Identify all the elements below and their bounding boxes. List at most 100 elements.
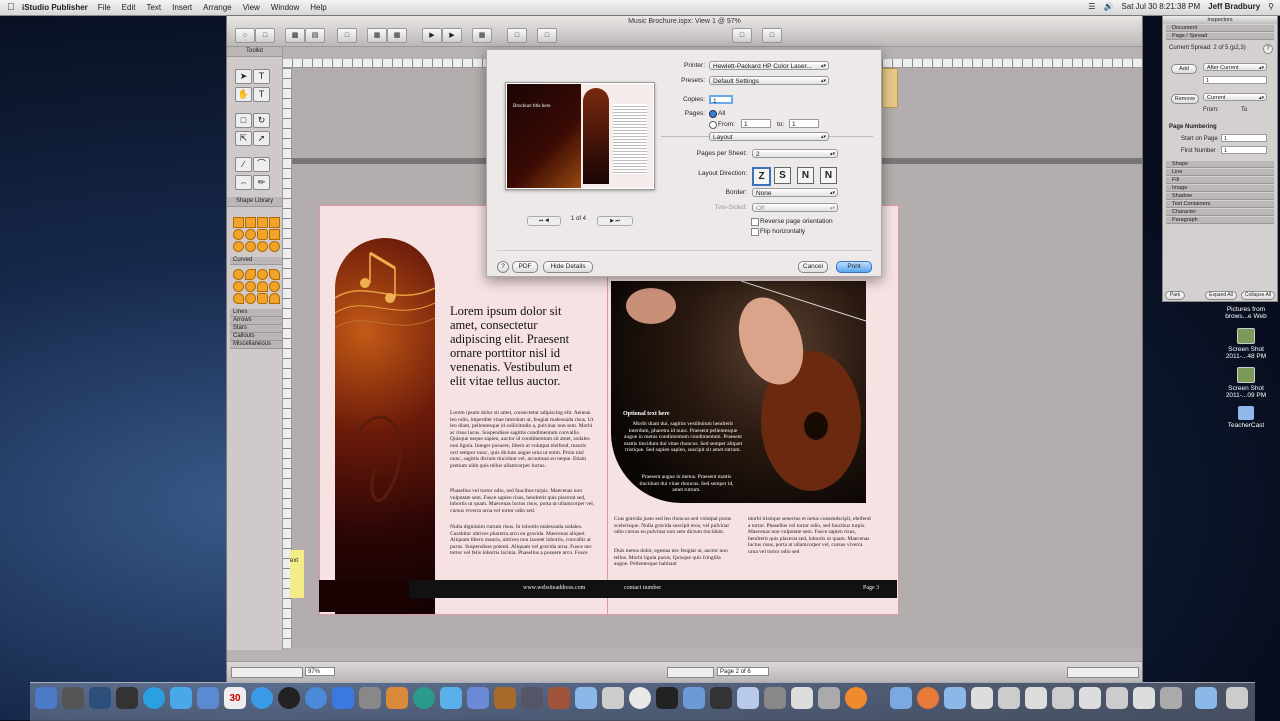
shape-oval-icon[interactable] bbox=[245, 241, 256, 252]
print-button[interactable]: Print bbox=[836, 261, 872, 273]
text-app-icon[interactable] bbox=[575, 687, 597, 709]
shape-dot-icon[interactable] bbox=[233, 241, 244, 252]
menu-help[interactable]: Help bbox=[310, 3, 326, 12]
column-a-text-2[interactable]: Duis metus dolor, egestas nec feugiat ut… bbox=[614, 548, 734, 568]
clock[interactable]: Sat Jul 30 8:21:38 PM bbox=[1121, 2, 1200, 11]
inspector-fill[interactable]: Fill bbox=[1166, 177, 1274, 184]
toolbar-button-13[interactable]: □ bbox=[732, 28, 752, 43]
curved-shape-5-icon[interactable] bbox=[233, 281, 244, 292]
layout-buttons[interactable] bbox=[1067, 667, 1139, 678]
mission-control-icon[interactable] bbox=[116, 687, 138, 709]
document-thumb-5-icon[interactable] bbox=[1079, 687, 1101, 709]
downloads-icon[interactable] bbox=[917, 687, 939, 709]
optional-body[interactable]: Morbi diam dui, sagittis vestibulum hend… bbox=[623, 421, 743, 454]
link-tool-icon[interactable]: ➚ bbox=[253, 131, 270, 146]
curved-shape-9-icon[interactable] bbox=[233, 293, 244, 304]
applications-folder-icon[interactable] bbox=[890, 687, 912, 709]
inspector-line[interactable]: Line bbox=[1166, 169, 1274, 176]
shape-rounded-icon[interactable] bbox=[257, 229, 268, 240]
pages-range-radio[interactable] bbox=[709, 121, 717, 129]
inspector-page-spread[interactable]: Page / Spread bbox=[1166, 33, 1274, 40]
garageband-icon[interactable] bbox=[494, 687, 516, 709]
footer-website[interactable]: www.websiteaddress.com bbox=[523, 585, 585, 591]
body-text-1[interactable]: Lorem ipsum dolor sit amet, consectetur … bbox=[450, 410, 595, 469]
keyboard-app-icon[interactable] bbox=[791, 687, 813, 709]
iphoto-icon[interactable] bbox=[467, 687, 489, 709]
first-number-input[interactable]: 1 bbox=[1221, 146, 1267, 154]
printer-icon[interactable] bbox=[602, 687, 624, 709]
optional-heading[interactable]: Optional text here bbox=[623, 411, 670, 417]
curved-shape-7-icon[interactable] bbox=[257, 281, 268, 292]
to-input[interactable]: 1 bbox=[789, 119, 819, 128]
text-flow-icon[interactable]: T bbox=[253, 87, 270, 102]
shape-hexagon-icon[interactable] bbox=[269, 229, 280, 240]
brochure-footer[interactable]: www.websiteaddress.com contact number Pa… bbox=[319, 580, 897, 612]
menu-arrange[interactable]: Arrange bbox=[203, 3, 231, 12]
category-arrows[interactable]: Arrows bbox=[230, 317, 282, 325]
menu-window[interactable]: Window bbox=[271, 3, 299, 12]
toolbar-button-3[interactable]: ▩ bbox=[285, 28, 305, 43]
twitter-icon[interactable] bbox=[440, 687, 462, 709]
studio-app-icon[interactable] bbox=[845, 687, 867, 709]
document-thumb-7-icon[interactable] bbox=[1133, 687, 1155, 709]
category-lines[interactable]: Lines bbox=[230, 309, 282, 317]
help-button[interactable]: ? bbox=[497, 261, 509, 273]
toolbar-button-4[interactable]: ▤ bbox=[305, 28, 325, 43]
rotate-tool-icon[interactable]: ↻ bbox=[253, 113, 270, 128]
shape-rect-icon[interactable] bbox=[257, 217, 268, 228]
optional-body-2[interactable]: Praesent augue in metus. Praesent mattis… bbox=[639, 474, 734, 494]
inspector-image[interactable]: Image bbox=[1166, 185, 1274, 192]
line-tool-icon[interactable]: ∕ bbox=[235, 157, 252, 172]
collapse-all-button[interactable]: Collapse All bbox=[1241, 291, 1275, 300]
toolbar-button-10[interactable]: ▦ bbox=[472, 28, 492, 43]
preview-icon[interactable] bbox=[683, 687, 705, 709]
curved-shape-1-icon[interactable] bbox=[233, 269, 244, 280]
utility-icon[interactable] bbox=[764, 687, 786, 709]
shape-pentagon-icon[interactable] bbox=[269, 217, 280, 228]
toolbar-button-5[interactable]: □ bbox=[337, 28, 357, 43]
curved-shape-6-icon[interactable] bbox=[245, 281, 256, 292]
toolbar-button-2[interactable]: □ bbox=[255, 28, 275, 43]
trash-icon[interactable] bbox=[1226, 687, 1248, 709]
app-store-icon[interactable] bbox=[332, 687, 354, 709]
expand-all-button[interactable]: Expand All bbox=[1205, 291, 1237, 300]
photo-app-icon[interactable] bbox=[386, 687, 408, 709]
category-stars[interactable]: Stars bbox=[230, 325, 282, 333]
toolbar-button-7[interactable]: ▦ bbox=[387, 28, 407, 43]
toolbar-button-14[interactable]: □ bbox=[762, 28, 782, 43]
pages-all-radio[interactable] bbox=[709, 110, 717, 118]
body-text-2[interactable]: Phasellus vel tortor odio, sed faucibus … bbox=[450, 488, 595, 514]
spotlight-icon[interactable]: ⚲ bbox=[1268, 2, 1274, 11]
desktop-item-screenshot-1[interactable]: Screen Shot 2011-...48 PM bbox=[1216, 328, 1276, 360]
section-select[interactable]: Layout bbox=[709, 132, 829, 142]
desktop-item-pictures[interactable]: Pictures from brows...e Web bbox=[1216, 306, 1276, 320]
category-curved[interactable]: Curved bbox=[230, 257, 282, 265]
body-text-3[interactable]: Nulla dignissim rutrum risus. In loborti… bbox=[450, 524, 595, 557]
shape-square-icon[interactable] bbox=[245, 217, 256, 228]
toolbar-button-11[interactable]: □ bbox=[507, 28, 527, 43]
add-spread-button[interactable]: Add bbox=[1171, 64, 1197, 74]
remove-target-select[interactable]: Current bbox=[1203, 93, 1267, 102]
menu-text[interactable]: Text bbox=[146, 3, 161, 12]
resize-tool-icon[interactable]: ⇱ bbox=[235, 131, 252, 146]
mail-icon[interactable] bbox=[197, 687, 219, 709]
text-tool-icon[interactable]: T bbox=[253, 69, 270, 84]
menu-view[interactable]: View bbox=[243, 3, 260, 12]
presets-select[interactable]: Default Settings bbox=[709, 76, 829, 86]
inspector-text-containers[interactable]: Text Containers bbox=[1166, 201, 1274, 208]
time-machine-icon[interactable] bbox=[413, 687, 435, 709]
two-sided-select[interactable]: Off bbox=[752, 203, 838, 213]
remove-spread-button[interactable]: Remove bbox=[1171, 94, 1199, 104]
toolbar-button-1[interactable]: ○ bbox=[235, 28, 255, 43]
category-callouts[interactable]: Callouts bbox=[230, 333, 282, 341]
toolbar-button-9[interactable]: ▶ bbox=[442, 28, 462, 43]
pasteboard-object[interactable] bbox=[882, 68, 898, 108]
flip-horizontally-checkbox[interactable] bbox=[751, 228, 759, 236]
layout-direction-s-icon[interactable]: S bbox=[774, 167, 791, 184]
document-thumb-4-icon[interactable] bbox=[1052, 687, 1074, 709]
skype-icon[interactable] bbox=[143, 687, 165, 709]
menu-edit[interactable]: Edit bbox=[122, 3, 136, 12]
curved-shape-8-icon[interactable] bbox=[269, 281, 280, 292]
preview-prev-buttons[interactable]: ⏮ ◀ bbox=[527, 216, 561, 226]
hand-tool-icon[interactable]: ✋ bbox=[235, 87, 252, 102]
